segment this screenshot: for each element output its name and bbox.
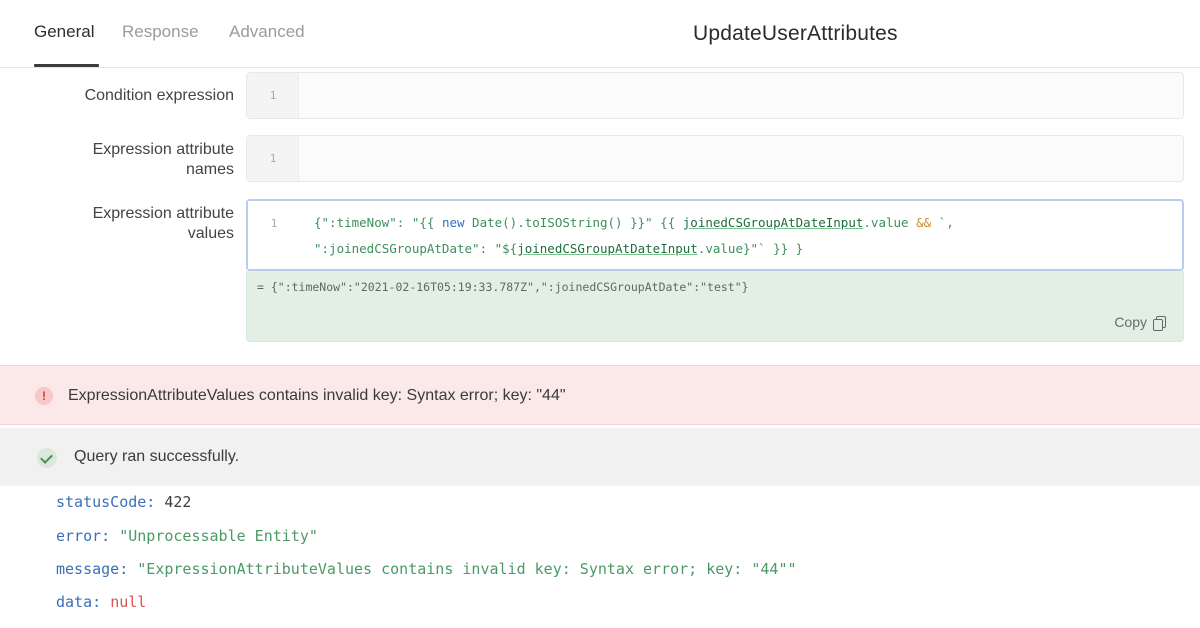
- code-token: .value: [863, 215, 917, 230]
- code-line-1: {":timeNow": "{{ new Date().toISOString(…: [314, 215, 954, 230]
- tab-advanced[interactable]: Advanced: [229, 22, 305, 42]
- copy-label: Copy: [1114, 314, 1147, 330]
- response-value: null: [110, 593, 147, 611]
- query-header: General Response Advanced UpdateUserAttr…: [0, 0, 1200, 68]
- line-number: 1: [269, 152, 277, 165]
- expression-attribute-names-editor[interactable]: 1: [246, 135, 1184, 182]
- copy-button[interactable]: Copy: [1114, 314, 1166, 331]
- line-gutter: 1: [247, 73, 299, 118]
- line-number: 1: [269, 89, 277, 102]
- expression-attribute-values-editor[interactable]: 1 {":timeNow": "{{ new Date().toISOStrin…: [246, 199, 1184, 271]
- tab-response[interactable]: Response: [122, 22, 199, 42]
- expression-attribute-values-label: Expression attribute values: [93, 204, 234, 244]
- line-number: 1: [270, 217, 278, 230]
- label-line: Expression attribute: [92, 205, 234, 222]
- code-token: Date().toISOString() }}" {{: [464, 215, 683, 230]
- response-key: data:: [56, 593, 102, 611]
- response-key: message:: [56, 560, 129, 578]
- error-message: ExpressionAttributeValues contains inval…: [68, 387, 566, 404]
- code-variable: joinedCSGroupAtDateInput: [517, 241, 698, 256]
- code-token: ":joinedCSGroupAtDate": "${: [314, 241, 518, 256]
- label-line: names: [185, 161, 234, 178]
- response-value: "ExpressionAttributeValues contains inva…: [137, 560, 797, 578]
- code-token: {":timeNow": "{{: [314, 215, 442, 230]
- response-key: error:: [56, 527, 111, 545]
- copy-icon: [1153, 315, 1166, 331]
- line-gutter: 1: [248, 201, 300, 269]
- condition-expression-label: Condition expression: [84, 87, 234, 104]
- response-data: data: null: [56, 593, 146, 611]
- active-tab-indicator: [34, 64, 99, 67]
- condition-expression-editor[interactable]: 1: [246, 72, 1184, 119]
- code-token: `,: [931, 215, 954, 230]
- response-key: statusCode:: [56, 493, 156, 511]
- evaluated-preview: = {":timeNow":"2021-02-16T05:19:33.787Z"…: [246, 271, 1184, 342]
- check-icon: [37, 448, 57, 468]
- label-line: values: [187, 225, 234, 242]
- response-value: 422: [164, 493, 192, 511]
- code-keyword: new: [441, 215, 465, 230]
- code-line-2: ":joinedCSGroupAtDate": "${joinedCSGroup…: [314, 241, 803, 256]
- preview-value: = {":timeNow":"2021-02-16T05:19:33.787Z"…: [257, 280, 749, 294]
- response-error: error: "Unprocessable Entity": [56, 527, 318, 545]
- alert-icon: !: [35, 387, 53, 405]
- query-title: UpdateUserAttributes: [693, 22, 898, 45]
- success-message: Query ran successfully.: [74, 448, 240, 465]
- line-gutter: 1: [247, 136, 299, 181]
- error-banner: ! ExpressionAttributeValues contains inv…: [0, 365, 1200, 425]
- code-operator: &&: [916, 215, 932, 230]
- response-message: message: "ExpressionAttributeValues cont…: [56, 560, 797, 578]
- success-banner: Query ran successfully.: [0, 428, 1200, 486]
- response-value: "Unprocessable Entity": [119, 527, 318, 545]
- tab-general[interactable]: General: [34, 22, 94, 42]
- code-variable: joinedCSGroupAtDateInput: [682, 215, 864, 230]
- code-token: .value}"` }} }: [697, 241, 804, 256]
- label-line: Expression attribute: [92, 141, 234, 158]
- expression-attribute-names-label: Expression attribute names: [93, 140, 234, 180]
- response-status-code: statusCode: 422: [56, 493, 191, 511]
